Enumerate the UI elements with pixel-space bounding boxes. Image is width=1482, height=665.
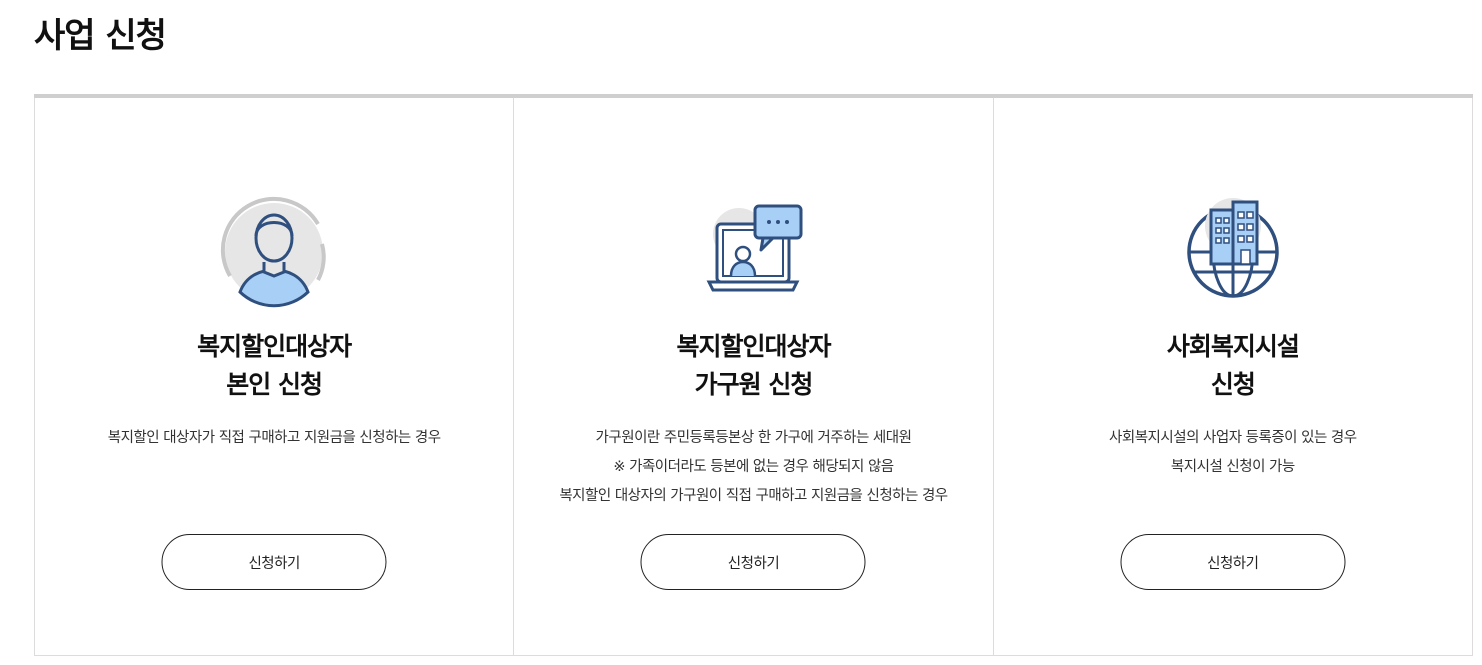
card-desc-line: 복지할인 대상자의 가구원이 직접 구매하고 지원금을 신청하는 경우 xyxy=(559,488,948,504)
apply-button-facility[interactable]: 신청하기 xyxy=(1120,534,1346,590)
card-desc-line: 복지할인 대상자가 직접 구매하고 지원금을 신청하는 경우 xyxy=(107,430,441,446)
application-cards: 복지할인대상자 본인 신청 복지할인 대상자가 직접 구매하고 지원금을 신청하… xyxy=(34,94,1473,656)
person-avatar-icon xyxy=(218,196,330,308)
card-title-line: 본인 신청 xyxy=(226,370,323,399)
card-title-line: 복지할인대상자 xyxy=(197,332,352,361)
laptop-chat-icon xyxy=(697,196,809,308)
card-desc-line: ※ 가족이더라도 등본에 없는 경우 해당되지 않음 xyxy=(613,459,894,475)
card-description: 복지할인 대상자가 직접 구매하고 지원금을 신청하는 경우 xyxy=(35,424,513,453)
apply-button-household[interactable]: 신청하기 xyxy=(640,534,866,590)
card-description: 가구원이란 주민등록등본상 한 가구에 거주하는 세대원 ※ 가족이더라도 등본… xyxy=(514,424,992,511)
apply-button-self[interactable]: 신청하기 xyxy=(161,534,387,590)
card-self-application: 복지할인대상자 본인 신청 복지할인 대상자가 직접 구매하고 지원금을 신청하… xyxy=(34,98,514,656)
card-title: 복지할인대상자 본인 신청 xyxy=(35,328,513,404)
card-desc-line: 사회복지시설의 사업자 등록증이 있는 경우 xyxy=(1109,430,1357,446)
card-description: 사회복지시설의 사업자 등록증이 있는 경우 복지시설 신청이 가능 xyxy=(994,424,1472,482)
card-household-application: 복지할인대상자 가구원 신청 가구원이란 주민등록등본상 한 가구에 거주하는 … xyxy=(513,98,993,656)
card-title: 복지할인대상자 가구원 신청 xyxy=(514,328,992,404)
card-desc-line: 복지시설 신청이 가능 xyxy=(1170,459,1295,475)
building-globe-icon xyxy=(1177,196,1289,308)
card-title-line: 신청 xyxy=(1210,370,1256,399)
page-title: 사업 신청 xyxy=(34,16,167,56)
card-title-line: 사회복지시설 xyxy=(1166,332,1300,361)
card-desc-line: 가구원이란 주민등록등본상 한 가구에 거주하는 세대원 xyxy=(595,430,912,446)
card-facility-application: 사회복지시설 신청 사회복지시설의 사업자 등록증이 있는 경우 복지시설 신청… xyxy=(992,98,1473,656)
card-title-line: 가구원 신청 xyxy=(694,370,814,399)
card-title: 사회복지시설 신청 xyxy=(994,328,1472,404)
card-title-line: 복지할인대상자 xyxy=(676,332,831,361)
